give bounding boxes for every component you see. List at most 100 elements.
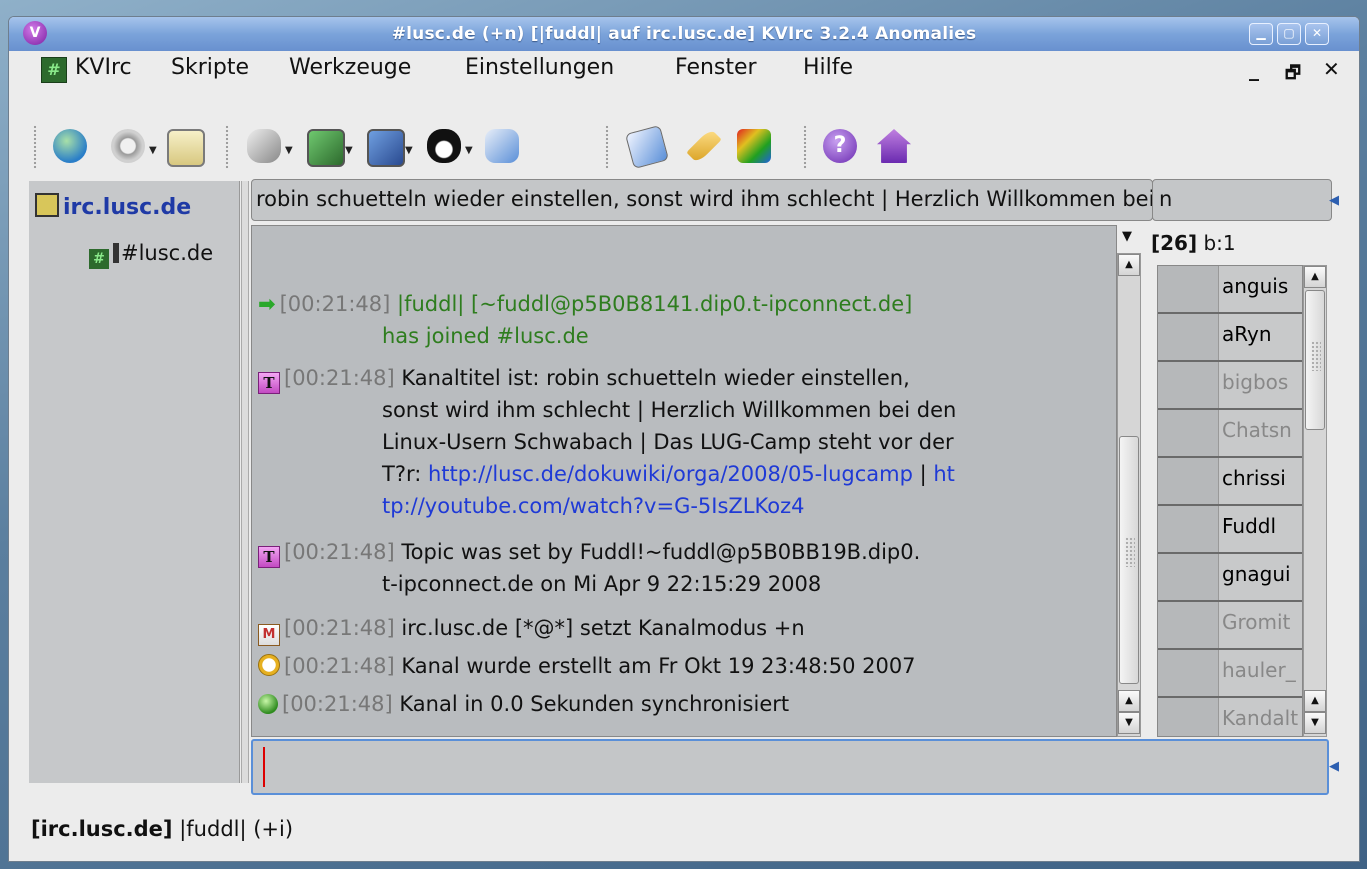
- message-input[interactable]: [251, 739, 1329, 795]
- tree-splitter[interactable]: [241, 181, 249, 783]
- user-nick: Gromit: [1222, 610, 1291, 634]
- join-arrow-icon: ➡: [258, 292, 276, 316]
- scroll-menu-icon[interactable]: ▼: [1122, 229, 1132, 244]
- message-mode: M [00:21:48] irc.lusc.de [*@*] setzt Kana…: [258, 612, 805, 646]
- close-button[interactable]: ✕: [1305, 23, 1329, 45]
- text-caret: [263, 747, 265, 787]
- user-list-item[interactable]: anguis: [1158, 266, 1302, 314]
- menu-bar: # KVIrc Skripte Werkzeuge Einstellungen …: [9, 51, 1359, 89]
- user-mode-cell: [1158, 698, 1219, 736]
- userlist-scrollbar[interactable]: ▲ ▲ ▼: [1303, 265, 1327, 737]
- scroll-up-icon[interactable]: ▲: [1304, 266, 1326, 288]
- mdi-restore-icon[interactable]: 🗗: [1285, 60, 1301, 89]
- tree-server-item[interactable]: irc.lusc.de: [35, 193, 191, 220]
- minimize-button[interactable]: ▁: [1249, 23, 1273, 45]
- user-count-header: [26] b:1: [1151, 231, 1236, 255]
- topic-link-lugcamp[interactable]: http://lusc.de/dokuwiki/orga/2008/05-lug…: [428, 462, 913, 486]
- user-list-item[interactable]: chrissi: [1158, 458, 1302, 506]
- menu-hilfe[interactable]: Hilfe: [803, 55, 853, 80]
- chat-scroll-thumb[interactable]: [1119, 436, 1139, 684]
- window-list-icon[interactable]: [167, 129, 205, 167]
- toolbar-separator: [225, 125, 229, 169]
- masks-dropdown-icon[interactable]: ▼: [285, 145, 293, 156]
- tree-channel-item[interactable]: # #lusc.de: [89, 241, 213, 269]
- userlist-scroll-thumb[interactable]: [1305, 290, 1325, 430]
- help-question-icon[interactable]: ?: [823, 129, 857, 163]
- user-list-item[interactable]: aRyn: [1158, 314, 1302, 362]
- message-text: sonst wird ihm schlecht | Herzlich Willk…: [382, 398, 957, 422]
- timestamp: [00:21:48]: [284, 654, 395, 678]
- mode-expand-icon[interactable]: ◀: [1329, 193, 1339, 208]
- channel-label: #lusc.de: [121, 241, 214, 265]
- user-nick: hauler_: [1222, 658, 1296, 682]
- options-gear-icon[interactable]: [111, 129, 145, 163]
- user-nick: chrissi: [1222, 466, 1286, 490]
- menu-skripte[interactable]: Skripte: [171, 55, 249, 80]
- user-mode-cell: [1158, 266, 1219, 312]
- message-text: T?r:: [382, 462, 428, 486]
- wrench-icon[interactable]: [686, 128, 722, 164]
- mdi-minimize-icon[interactable]: _: [1249, 57, 1259, 81]
- user-list-item[interactable]: Chatsn: [1158, 410, 1302, 458]
- user-mode-cell: [1158, 362, 1219, 408]
- user-list-item[interactable]: hauler_: [1158, 650, 1302, 698]
- server-console-icon: [35, 193, 59, 217]
- message-text: Topic was set by Fuddl!~fuddl@p5B0BB19B.…: [401, 540, 921, 564]
- menu-fenster[interactable]: Fenster: [675, 55, 757, 80]
- user-nick: aRyn: [1222, 322, 1272, 346]
- scroll-up-icon[interactable]: ▲: [1304, 690, 1326, 712]
- input-expand-icon[interactable]: ◀: [1329, 759, 1339, 774]
- script-disk-icon[interactable]: [485, 129, 519, 163]
- user-list-item[interactable]: Fuddl: [1158, 506, 1302, 554]
- chat-view[interactable]: ➡ [00:21:48] |fuddl| [~fuddl@p5B0B8141.di…: [251, 225, 1117, 737]
- user-mode-cell: [1158, 314, 1219, 360]
- topic-link-youtube[interactable]: ht: [933, 462, 955, 486]
- user-nick: bigbos: [1222, 370, 1289, 394]
- message-text: has joined #lusc.de: [382, 324, 589, 348]
- menu-kvirc[interactable]: KVIrc: [75, 55, 132, 80]
- menu-einstellungen[interactable]: Einstellungen: [465, 55, 614, 80]
- tux-penguin-icon[interactable]: [427, 129, 461, 163]
- grip-icon: [1125, 537, 1135, 567]
- user-nick: gnagui: [1222, 562, 1291, 586]
- message-text: Kanal in 0.0 Sekunden synchronisiert: [399, 692, 790, 716]
- toolbar-grip: [33, 125, 37, 169]
- options-dropdown-icon[interactable]: ▼: [149, 145, 157, 156]
- message-text: Kanaltitel ist: robin schuetteln wieder …: [401, 366, 910, 390]
- maximize-button[interactable]: ▢: [1277, 23, 1301, 45]
- message-text: Kanal wurde erstellt am Fr Okt 19 23:48:…: [401, 654, 916, 678]
- channel-mode-field[interactable]: n: [1152, 179, 1332, 221]
- topic-link-youtube[interactable]: tp://youtube.com/watch?v=G-5IsZLKoz4: [258, 490, 956, 522]
- topic-field[interactable]: robin schuetteln wieder einstellen, sons…: [251, 179, 1153, 221]
- image-settings-icon[interactable]: [307, 129, 345, 167]
- title-bar[interactable]: V #lusc.de (+n) [|fuddl| auf irc.lusc.de…: [9, 17, 1359, 51]
- menu-werkzeuge[interactable]: Werkzeuge: [289, 55, 411, 80]
- user-list-item[interactable]: Kandalt: [1158, 698, 1302, 736]
- editor-dropdown-icon[interactable]: ▼: [405, 145, 413, 156]
- image-dropdown-icon[interactable]: ▼: [345, 145, 353, 156]
- scroll-up-icon[interactable]: ▲: [1118, 690, 1140, 712]
- editor-icon[interactable]: [367, 129, 405, 167]
- home-icon[interactable]: [877, 129, 911, 163]
- user-mode-cell: [1158, 506, 1219, 552]
- topic-icon: T: [258, 372, 280, 394]
- user-list-item[interactable]: bigbos: [1158, 362, 1302, 410]
- scroll-down-icon[interactable]: ▼: [1304, 712, 1326, 734]
- scroll-up-icon[interactable]: ▲: [1118, 254, 1140, 276]
- chat-scrollbar[interactable]: ▲ ▲ ▼: [1117, 253, 1141, 737]
- tux-dropdown-icon[interactable]: ▼: [465, 145, 473, 156]
- scroll-down-icon[interactable]: ▼: [1118, 712, 1140, 734]
- user-mode-cell: [1158, 602, 1219, 648]
- message-text: irc.lusc.de [*@*] setzt Kanalmodus +n: [401, 616, 805, 640]
- user-list[interactable]: anguis aRyn bigbos Chatsn chrissi Fuddl …: [1157, 265, 1303, 737]
- notes-icon[interactable]: [624, 124, 670, 170]
- mdi-close-icon[interactable]: ✕: [1323, 57, 1340, 81]
- connect-globe-icon[interactable]: [53, 129, 87, 163]
- user-nick: Fuddl: [1222, 514, 1277, 538]
- user-list-item[interactable]: Gromit: [1158, 602, 1302, 650]
- masks-icon[interactable]: [247, 129, 281, 163]
- mode-icon: M: [258, 624, 280, 646]
- user-nick: anguis: [1222, 274, 1289, 298]
- user-list-item[interactable]: gnagui: [1158, 554, 1302, 602]
- color-paint-icon[interactable]: [737, 129, 771, 163]
